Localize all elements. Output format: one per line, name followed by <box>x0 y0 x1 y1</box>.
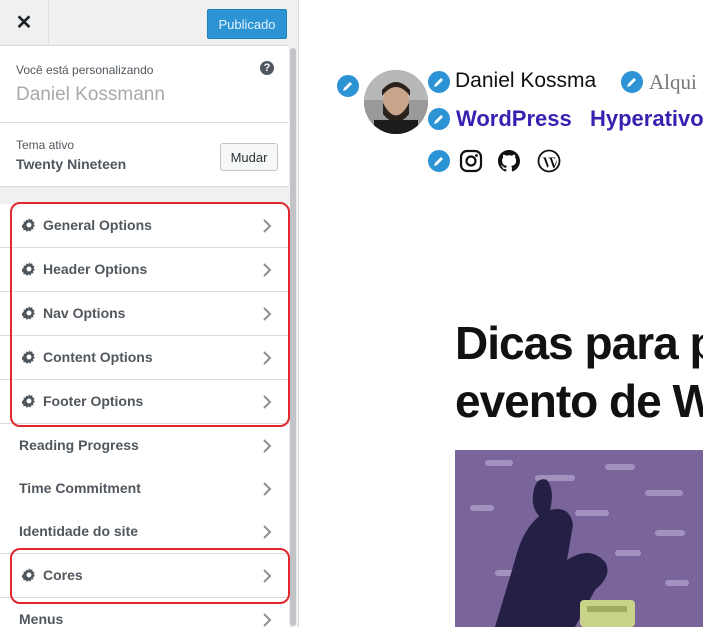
chevron-right-icon <box>263 395 272 409</box>
pencil-icon <box>434 78 443 87</box>
pencil-icon <box>434 157 443 166</box>
menu-item-site-identity[interactable]: Identidade do site <box>0 510 289 554</box>
chevron-right-icon <box>263 263 272 277</box>
publish-button[interactable]: Publicado <box>207 9 287 39</box>
menu-item-label: Identidade do site <box>19 523 139 539</box>
gear-icon <box>22 218 35 232</box>
gear-icon <box>22 350 35 364</box>
gear-icon <box>22 306 35 320</box>
menu-item-label: Footer Options <box>43 393 144 409</box>
menu-item-label: Content Options <box>43 349 153 365</box>
menu-item-label: Cores <box>43 567 83 583</box>
customizer-panel: ✕ Publicado Você está personalizando Dan… <box>0 0 299 627</box>
chevron-right-icon <box>263 307 272 321</box>
menu-item-label: Time Commitment <box>19 480 141 496</box>
github-icon[interactable] <box>497 149 521 173</box>
chevron-right-icon <box>263 439 272 453</box>
featured-illustration <box>455 450 703 627</box>
menu-item-footer-options[interactable]: Footer Options <box>0 380 289 424</box>
edit-shortcut-tagline[interactable] <box>619 69 645 95</box>
active-theme: Tema ativo Twenty Nineteen Mudar <box>0 123 289 187</box>
post-title-line-1: Dicas para p <box>455 317 703 369</box>
menu-item-reading-progress[interactable]: Reading Progress <box>0 424 289 468</box>
wordpress-icon[interactable] <box>537 149 561 173</box>
menu-item-menus[interactable]: Menus <box>0 598 289 627</box>
close-button[interactable]: ✕ <box>0 0 49 45</box>
chevron-right-icon <box>263 613 272 627</box>
edit-shortcut-site-name[interactable] <box>426 69 452 95</box>
instagram-icon[interactable] <box>459 149 483 173</box>
menu-item-content-options[interactable]: Content Options <box>0 336 289 380</box>
gear-icon <box>22 394 35 408</box>
menu-item-label: Header Options <box>43 261 148 277</box>
edit-shortcut-social[interactable] <box>426 148 452 174</box>
pencil-icon <box>343 82 352 91</box>
change-theme-button[interactable]: Mudar <box>220 143 278 171</box>
menu-item-label: Menus <box>19 611 64 627</box>
customizing-info: Você está personalizando Daniel Kossmann… <box>0 46 289 123</box>
scrollbar-thumb[interactable] <box>290 48 296 626</box>
menu-item-label: Reading Progress <box>19 437 139 453</box>
chevron-right-icon <box>263 351 272 365</box>
menu-item-time-commitment[interactable]: Time Commitment <box>0 467 289 511</box>
active-theme-label: Tema ativo <box>16 138 75 152</box>
post-title-line-2: evento de W <box>455 375 703 427</box>
customizer-header: ✕ Publicado <box>0 0 298 46</box>
active-theme-name: Twenty Nineteen <box>16 156 127 172</box>
gear-icon <box>22 262 35 276</box>
edit-shortcut-nav[interactable] <box>426 106 452 132</box>
featured-image <box>455 450 703 627</box>
pencil-icon <box>627 78 636 87</box>
post-title[interactable]: Dicas para p evento de W <box>455 314 703 430</box>
menu-item-nav-options[interactable]: Nav Options <box>0 292 289 336</box>
menu-item-header-options[interactable]: Header Options <box>0 248 289 292</box>
menu-item-general-options[interactable]: General Options <box>0 204 289 248</box>
customizing-label: Você está personalizando <box>16 63 154 77</box>
chevron-right-icon <box>263 569 272 583</box>
preview-site-name[interactable]: Daniel Kossma <box>455 69 596 93</box>
chevron-right-icon <box>263 482 272 496</box>
menu-item-cores[interactable]: Cores <box>0 554 289 598</box>
chevron-right-icon <box>263 525 272 539</box>
pencil-icon <box>434 115 443 124</box>
chevron-right-icon <box>263 219 272 233</box>
gear-icon <box>22 568 35 582</box>
preview-tagline: Alqui <box>649 70 697 94</box>
avatar <box>364 70 428 134</box>
menu-item-label: Nav Options <box>43 305 126 321</box>
help-icon[interactable]: ? <box>260 61 274 75</box>
avatar-image <box>364 70 428 134</box>
nav-link-hyperativo[interactable]: Hyperativo <box>590 106 703 132</box>
edit-shortcut-avatar[interactable] <box>335 73 361 99</box>
menu-item-label: General Options <box>43 217 152 233</box>
nav-link-wordpress[interactable]: WordPress <box>456 106 572 132</box>
site-title: Daniel Kossmann <box>16 84 165 105</box>
